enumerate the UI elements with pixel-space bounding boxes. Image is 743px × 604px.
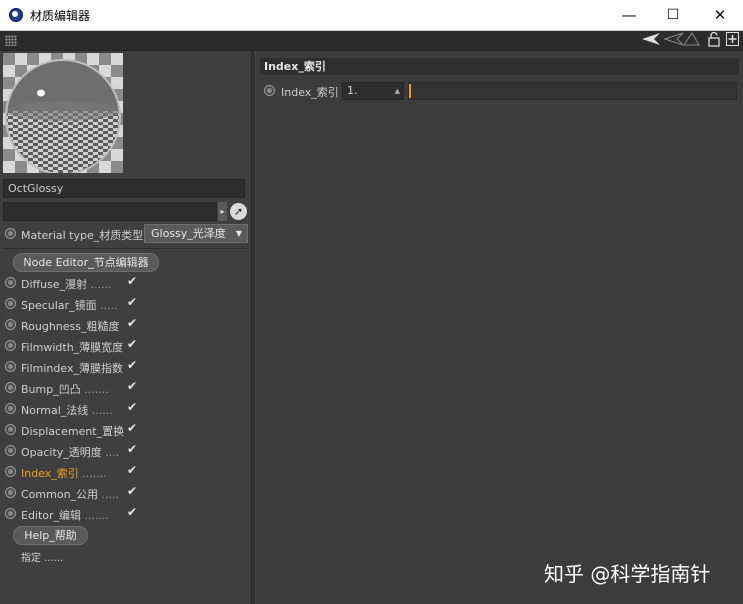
- channel-label[interactable]: Common_公用 .....: [21, 486, 119, 502]
- radio-icon[interactable]: [5, 319, 16, 330]
- close-button[interactable]: ✕: [697, 0, 743, 30]
- channel-label[interactable]: Filmwidth_薄膜宽度: [21, 339, 123, 355]
- material-type-select[interactable]: Glossy_光泽度 ▼: [144, 224, 248, 243]
- window-title: 材质编辑器: [30, 9, 91, 23]
- channel-name: Normal_法线: [21, 404, 89, 417]
- slider-fill: [409, 84, 411, 98]
- channel-label[interactable]: Normal_法线 ......: [21, 402, 113, 418]
- channel-checkbox[interactable]: ✔: [127, 505, 137, 519]
- channel-dots: ......: [87, 278, 112, 291]
- channel-name: Roughness_粗糙度: [21, 320, 120, 333]
- radio-icon[interactable]: [5, 487, 16, 498]
- channel-checkbox[interactable]: ✔: [127, 337, 137, 351]
- channel-checkbox[interactable]: ✔: [127, 379, 137, 393]
- maximize-button[interactable]: ☐: [650, 0, 696, 30]
- radio-icon[interactable]: [5, 382, 16, 393]
- channel-name: Diffuse_漫射: [21, 278, 88, 291]
- channel-name: Opacity_透明度: [21, 446, 102, 459]
- arrow-icon[interactable]: [641, 32, 661, 49]
- attributes-panel: Index_索引 Index_索引 1. ▲: [256, 51, 743, 604]
- index-label: Index_索引: [281, 86, 339, 99]
- search-input[interactable]: [3, 202, 217, 221]
- radio-icon[interactable]: [5, 508, 16, 519]
- lock-icon[interactable]: [708, 31, 720, 49]
- channel-checkbox[interactable]: ✔: [127, 295, 137, 309]
- channel-name: Filmindex_薄膜指数: [21, 362, 123, 375]
- radio-icon[interactable]: [5, 340, 16, 351]
- channel-label[interactable]: Editor_编辑 .......: [21, 507, 109, 523]
- channel-label[interactable]: Diffuse_漫射 ......: [21, 276, 112, 292]
- channel-label[interactable]: Displacement_置换: [21, 423, 124, 439]
- channel-checkbox[interactable]: ✔: [127, 400, 137, 414]
- index-value: 1.: [347, 84, 358, 97]
- channel-dots: .....: [98, 488, 120, 501]
- channel-label[interactable]: Opacity_透明度 ....: [21, 444, 119, 460]
- channel-dots: ......: [88, 404, 113, 417]
- channel-name: Specular_镜面: [21, 299, 97, 312]
- watermark: 知乎 @科学指南针: [544, 562, 711, 586]
- material-type-label: Material type_材质类型: [21, 229, 144, 242]
- stepper-icon[interactable]: ▲: [395, 83, 400, 99]
- channel-dots: ....: [101, 446, 120, 459]
- channel-name: Editor_编辑: [21, 509, 82, 522]
- channel-checkbox[interactable]: ✔: [127, 442, 137, 456]
- radio-icon[interactable]: [5, 424, 16, 435]
- minimize-button[interactable]: —: [606, 0, 652, 30]
- chevron-down-icon: ▼: [235, 229, 242, 238]
- title-bar: 材质编辑器 — ☐ ✕: [0, 0, 743, 31]
- channel-checkbox[interactable]: ✔: [127, 421, 137, 435]
- radio-icon[interactable]: [5, 361, 16, 372]
- channel-checkbox[interactable]: ✔: [127, 358, 137, 372]
- channel-dots: .......: [78, 467, 107, 480]
- material-preview[interactable]: [3, 53, 123, 173]
- channel-checkbox[interactable]: ✔: [127, 316, 137, 330]
- index-value-field[interactable]: 1. ▲: [342, 82, 404, 100]
- channel-dots: .......: [81, 509, 110, 522]
- channel-checkbox[interactable]: ✔: [127, 484, 137, 498]
- assign-label: 指定 ......: [21, 553, 64, 564]
- radio-icon[interactable]: [5, 445, 16, 456]
- channel-checkbox[interactable]: ✔: [127, 274, 137, 288]
- channel-name: Index_索引: [21, 467, 79, 480]
- help-button[interactable]: Help_帮助: [13, 526, 88, 545]
- radio-icon[interactable]: [5, 466, 16, 477]
- channel-name: Displacement_置换: [21, 425, 125, 438]
- channel-name: Bump_凹凸: [21, 383, 81, 396]
- channel-dots: .....: [96, 299, 118, 312]
- node-editor-button[interactable]: Node Editor_节点编辑器: [13, 253, 159, 272]
- section-title: Index_索引: [260, 58, 739, 75]
- grip-icon[interactable]: [5, 35, 17, 46]
- channel-name: Filmwidth_薄膜宽度: [21, 341, 124, 354]
- material-panel: OctGlossy ▸ ➚ Material type_材质类型 Glossy_…: [0, 51, 251, 604]
- material-type-value: Glossy_光泽度: [151, 227, 226, 240]
- channel-dots: .......: [80, 383, 109, 396]
- radio-icon[interactable]: [5, 277, 16, 288]
- channel-label[interactable]: Roughness_粗糙度: [21, 318, 120, 334]
- cinema4d-icon: [9, 8, 23, 22]
- toolbar: [0, 31, 743, 51]
- channel-label[interactable]: Index_索引 .......: [21, 465, 107, 481]
- add-icon[interactable]: [726, 32, 739, 49]
- radio-icon[interactable]: [5, 228, 16, 239]
- arrow-outline-icon[interactable]: [663, 32, 700, 49]
- channel-label[interactable]: Specular_镜面 .....: [21, 297, 118, 313]
- index-slider[interactable]: [408, 82, 737, 100]
- material-name-field[interactable]: OctGlossy: [3, 179, 245, 198]
- channel-checkbox[interactable]: ✔: [127, 463, 137, 477]
- divider: [3, 248, 248, 249]
- channel-name: Common_公用: [21, 488, 99, 501]
- radio-icon[interactable]: [264, 85, 275, 96]
- channel-label[interactable]: Bump_凹凸 .......: [21, 381, 109, 397]
- expand-arrow-icon[interactable]: ▸: [218, 202, 227, 221]
- cursor-icon[interactable]: ➚: [230, 203, 247, 220]
- radio-icon[interactable]: [5, 403, 16, 414]
- radio-icon[interactable]: [5, 298, 16, 309]
- channel-label[interactable]: Filmindex_薄膜指数: [21, 360, 123, 376]
